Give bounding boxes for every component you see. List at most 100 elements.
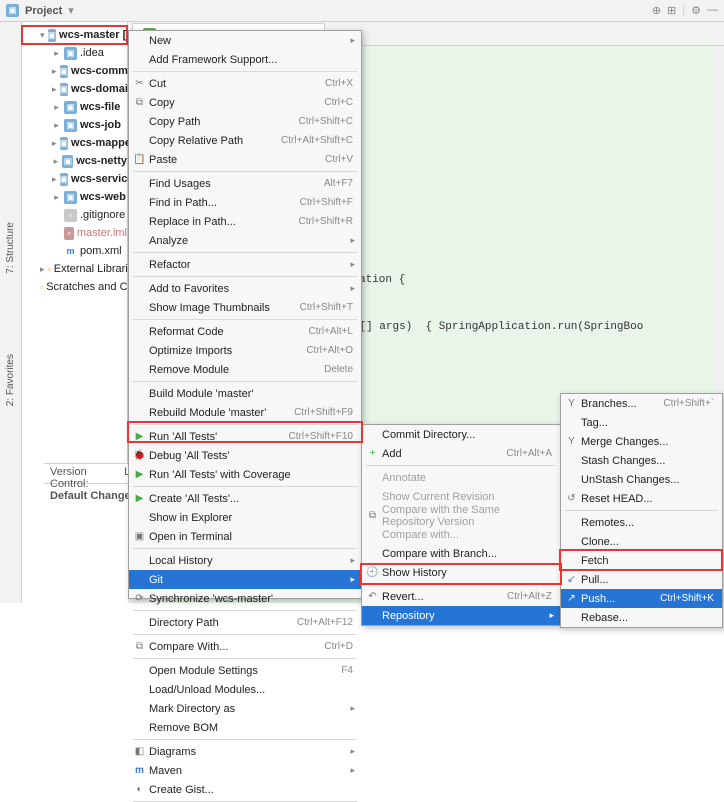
tree-node[interactable]: mpom.xml [22, 242, 127, 260]
menu-compare-with[interactable]: ⧉Compare With...Ctrl+D [129, 637, 361, 656]
tree-node-external[interactable]: ▸▫External Libraries [22, 260, 127, 278]
menu-run-coverage[interactable]: ▶Run 'All Tests' with Coverage [129, 465, 361, 484]
project-icon: ▣ [6, 4, 19, 17]
left-gutter: 7: Structure 2: Favorites [0, 22, 22, 603]
menu-open-module-settings[interactable]: Open Module SettingsF4 [129, 661, 361, 680]
compare-icon: ⧉ [366, 510, 379, 521]
menu-show-thumbnails[interactable]: Show Image ThumbnailsCtrl+Shift+T [129, 298, 361, 317]
menu-branches[interactable]: YBranches...Ctrl+Shift+` [561, 394, 722, 413]
dropdown-arrow-icon[interactable]: ▾ [68, 4, 74, 17]
push-icon: ↗ [565, 593, 578, 604]
tree-node[interactable]: ▸ ▣ .idea [22, 44, 127, 62]
tree-node[interactable]: ▫.gitignore [22, 206, 127, 224]
menu-compare-branch[interactable]: Compare with Branch... [362, 544, 560, 563]
menu-compare-same: ⧉Compare with the Same Repository Versio… [362, 506, 560, 525]
menu-show-explorer[interactable]: Show in Explorer [129, 508, 361, 527]
menu-analyze[interactable]: Analyze [129, 231, 361, 250]
menu-clone[interactable]: Clone... [561, 532, 722, 551]
menu-maven[interactable]: mMaven [129, 761, 361, 780]
menu-synchronize[interactable]: ⟳Synchronize 'wcs-master' [129, 589, 361, 608]
menu-copy[interactable]: ⧉CopyCtrl+C [129, 93, 361, 112]
project-label[interactable]: Project [25, 5, 62, 17]
tree-node[interactable]: ▫master.iml [22, 224, 127, 242]
terminal-icon: ▣ [133, 531, 146, 542]
tree-node[interactable]: ▸▣wcs-common [22, 62, 127, 80]
menu-copy-path[interactable]: Copy PathCtrl+Shift+C [129, 112, 361, 131]
github-icon: ◐ [133, 784, 146, 795]
menu-rebuild[interactable]: Rebuild Module 'master'Ctrl+Shift+F9 [129, 403, 361, 422]
menu-reset-head[interactable]: ↺Reset HEAD... [561, 489, 722, 508]
module-icon: ▣ [48, 29, 57, 42]
gear-icon[interactable]: ⚙ [691, 4, 701, 17]
menu-copy-rel[interactable]: Copy Relative PathCtrl+Alt+Shift+C [129, 131, 361, 150]
structure-tab[interactable]: 7: Structure [5, 222, 16, 274]
menu-pull[interactable]: ↙Pull... [561, 570, 722, 589]
menu-find-usages[interactable]: Find UsagesAlt+F7 [129, 174, 361, 193]
clock-icon: 🕘 [366, 567, 379, 578]
context-menu-project: New Add Framework Support... ✂CutCtrl+X … [128, 30, 362, 599]
menu-fetch[interactable]: Fetch [561, 551, 722, 570]
library-icon: ▫ [48, 263, 51, 276]
menu-remove-bom[interactable]: Remove BOM [129, 718, 361, 737]
menu-add-favorites[interactable]: Add to Favorites [129, 279, 361, 298]
folder-icon: ▣ [64, 47, 77, 60]
revert-icon: ↶ [366, 591, 379, 602]
menu-debug-all[interactable]: 🐞Debug 'All Tests' [129, 446, 361, 465]
expand-icon[interactable]: ▾ [40, 30, 45, 41]
expand-icon[interactable]: ▸ [52, 48, 61, 59]
menu-new[interactable]: New [129, 31, 361, 50]
menu-run-all[interactable]: ▶Run 'All Tests'Ctrl+Shift+F10 [129, 427, 361, 446]
menu-refactor[interactable]: Refactor [129, 255, 361, 274]
menu-replace-in-path[interactable]: Replace in Path...Ctrl+Shift+R [129, 212, 361, 231]
menu-tag[interactable]: Tag... [561, 413, 722, 432]
paste-icon: 📋 [133, 154, 146, 165]
tree-node[interactable]: ▸▣wcs-service [22, 170, 127, 188]
menu-create-gist[interactable]: ◐Create Gist... [129, 780, 361, 799]
vc-tab-main[interactable]: Version Control: [44, 464, 118, 483]
menu-git[interactable]: Git [129, 570, 361, 589]
menu-local-history[interactable]: Local History [129, 551, 361, 570]
tree-node[interactable]: ▸▣wcs-file [22, 98, 127, 116]
tree-node-scratches[interactable]: ▫Scratches and Cor [22, 278, 127, 296]
menu-optimize-imports[interactable]: Optimize ImportsCtrl+Alt+O [129, 341, 361, 360]
menu-remotes[interactable]: Remotes... [561, 513, 722, 532]
menu-diagrams[interactable]: ◧Diagrams [129, 742, 361, 761]
target-icon[interactable]: ⊞ [667, 4, 676, 17]
tree-node-root[interactable]: ▾ ▣ wcs-master [mast [22, 26, 127, 44]
menu-commit-directory[interactable]: Commit Directory... [362, 425, 560, 444]
menu-find-in-path[interactable]: Find in Path...Ctrl+Shift+F [129, 193, 361, 212]
menu-load-unload[interactable]: Load/Unload Modules... [129, 680, 361, 699]
tree-node[interactable]: ▸▣wcs-domain [22, 80, 127, 98]
menu-reformat[interactable]: Reformat CodeCtrl+Alt+L [129, 322, 361, 341]
menu-create-all[interactable]: ▶Create 'All Tests'... [129, 489, 361, 508]
menu-unstash[interactable]: UnStash Changes... [561, 470, 722, 489]
submenu-git: Commit Directory... +AddCtrl+Alt+A Annot… [361, 424, 561, 626]
hide-icon[interactable]: — [707, 4, 718, 17]
menu-cut[interactable]: ✂CutCtrl+X [129, 74, 361, 93]
menu-push[interactable]: ↗Push...Ctrl+Shift+K [561, 589, 722, 608]
tree-node[interactable]: ▸▣wcs-mapper [22, 134, 127, 152]
menu-add[interactable]: +AddCtrl+Alt+A [362, 444, 560, 463]
menu-add-framework[interactable]: Add Framework Support... [129, 50, 361, 69]
menu-repository[interactable]: Repository [362, 606, 560, 625]
menu-paste[interactable]: 📋PasteCtrl+V [129, 150, 361, 169]
menu-build[interactable]: Build Module 'master' [129, 384, 361, 403]
divider-icon: | [682, 4, 685, 17]
menu-remove-module[interactable]: Remove ModuleDelete [129, 360, 361, 379]
menu-directory-path[interactable]: Directory PathCtrl+Alt+F12 [129, 613, 361, 632]
menu-show-history[interactable]: 🕘Show History [362, 563, 560, 582]
diagram-icon: ◧ [133, 746, 146, 757]
menu-merge[interactable]: YMerge Changes... [561, 432, 722, 451]
collapse-icon[interactable]: ⊕ [652, 4, 661, 17]
menu-open-terminal[interactable]: ▣Open in Terminal [129, 527, 361, 546]
favorites-tab[interactable]: 2: Favorites [5, 354, 16, 406]
menu-mark-directory[interactable]: Mark Directory as [129, 699, 361, 718]
menu-revert[interactable]: ↶Revert...Ctrl+Alt+Z [362, 587, 560, 606]
tree-node[interactable]: ▸▣wcs-netty [22, 152, 127, 170]
scratch-icon: ▫ [40, 281, 43, 294]
menu-rebase[interactable]: Rebase... [561, 608, 722, 627]
menu-stash[interactable]: Stash Changes... [561, 451, 722, 470]
tree-node[interactable]: ▸▣wcs-web [22, 188, 127, 206]
tree-node[interactable]: ▸▣wcs-job [22, 116, 127, 134]
sync-icon: ⟳ [133, 593, 146, 604]
